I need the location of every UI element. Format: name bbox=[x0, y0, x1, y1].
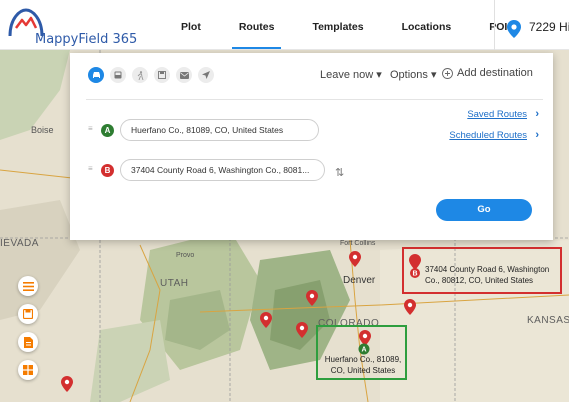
origin-badge: A bbox=[101, 124, 114, 137]
mode-mail-button[interactable] bbox=[176, 67, 192, 83]
caret-down-icon: ▾ bbox=[430, 69, 437, 81]
list-icon bbox=[22, 281, 34, 291]
options-label: Options bbox=[390, 69, 428, 81]
panel-divider bbox=[86, 99, 543, 100]
current-location-text: 7229 Hi bbox=[529, 20, 569, 34]
map-pin-icon[interactable] bbox=[306, 290, 318, 306]
mode-bus-button[interactable] bbox=[110, 67, 126, 83]
map-tools-rail bbox=[0, 262, 48, 402]
main-nav: Plot Routes Templates Locations POI bbox=[162, 0, 526, 50]
map-label-kansas: KANSAS bbox=[527, 315, 569, 326]
tab-routes[interactable]: Routes bbox=[220, 0, 294, 50]
options-dropdown[interactable]: Options ▾ bbox=[390, 68, 437, 81]
origin-field[interactable]: Huerfano Co., 81089, CO, United States bbox=[120, 119, 319, 141]
routes-panel: Leave now ▾ Options ▾ Add destination ≡ … bbox=[70, 53, 553, 240]
app-logo[interactable]: MappyField 365 bbox=[6, 6, 156, 47]
caret-down-icon: ▾ bbox=[376, 69, 382, 81]
destination-field[interactable]: 37404 County Road 6, Washington Co., 808… bbox=[120, 159, 325, 181]
map-pin-icon[interactable] bbox=[349, 251, 361, 267]
map-label-denver: Denver bbox=[343, 275, 376, 286]
add-destination-label: Add destination bbox=[457, 67, 533, 79]
mode-save-button[interactable] bbox=[154, 67, 170, 83]
map-pin-icon[interactable] bbox=[296, 322, 308, 338]
navigate-icon bbox=[202, 71, 210, 79]
top-navigation-bar: MappyField 365 Plot Routes Templates Loc… bbox=[0, 0, 569, 50]
add-destination-button[interactable]: Add destination bbox=[442, 67, 533, 79]
save-button[interactable] bbox=[18, 304, 38, 324]
origin-popup-text: Huerfano Co., 81089, CO, United States bbox=[324, 355, 402, 375]
map-label-nevada: IEVADA bbox=[0, 238, 39, 249]
mail-icon bbox=[179, 71, 189, 79]
document-button[interactable] bbox=[18, 332, 38, 352]
map-label-fort-collins: Fort Collins bbox=[340, 240, 376, 247]
map-label-utah: UTAH bbox=[160, 278, 189, 289]
map-pin-icon[interactable] bbox=[61, 376, 73, 392]
leave-now-dropdown[interactable]: Leave now ▾ bbox=[320, 68, 382, 81]
tab-plot[interactable]: Plot bbox=[162, 0, 220, 50]
destination-popup-text: 37404 County Road 6, Washington Co., 808… bbox=[425, 265, 550, 285]
walk-icon bbox=[137, 70, 143, 80]
travel-mode-selector bbox=[88, 67, 214, 83]
car-icon bbox=[92, 72, 100, 78]
save-icon bbox=[158, 71, 166, 79]
list-button[interactable] bbox=[18, 276, 38, 296]
bus-icon bbox=[114, 71, 122, 78]
map-label-provo: Provo bbox=[176, 252, 195, 259]
mode-navigate-button[interactable] bbox=[198, 67, 214, 83]
tab-locations[interactable]: Locations bbox=[383, 0, 471, 50]
scheduled-routes-link[interactable]: Scheduled Routes bbox=[449, 130, 527, 141]
grid-button[interactable] bbox=[18, 360, 38, 380]
map-pin-icon[interactable] bbox=[260, 312, 272, 328]
drag-handle-icon[interactable]: ≡ bbox=[88, 124, 93, 133]
location-pin-icon bbox=[507, 20, 521, 38]
chevron-right-icon[interactable]: › bbox=[535, 129, 539, 141]
app-title: MappyField 365 bbox=[35, 32, 138, 47]
tab-templates[interactable]: Templates bbox=[293, 0, 382, 50]
grid-icon bbox=[23, 365, 33, 375]
swap-icon[interactable]: ⇅ bbox=[335, 166, 344, 179]
mode-car-button[interactable] bbox=[88, 67, 104, 83]
destination-badge: B bbox=[101, 164, 114, 177]
saved-routes-link[interactable]: Saved Routes bbox=[467, 109, 527, 120]
map-pin-icon[interactable] bbox=[404, 299, 416, 315]
go-button[interactable]: Go bbox=[436, 199, 532, 221]
document-icon bbox=[23, 336, 33, 348]
current-location[interactable]: 7229 Hi bbox=[494, 0, 569, 50]
drag-handle-icon[interactable]: ≡ bbox=[88, 164, 93, 173]
chevron-right-icon[interactable]: › bbox=[535, 108, 539, 120]
plus-circle-icon bbox=[442, 67, 453, 79]
map-label-boise: Boise bbox=[31, 125, 54, 135]
mode-walk-button[interactable] bbox=[132, 67, 148, 83]
save-icon bbox=[23, 309, 33, 319]
leave-now-label: Leave now bbox=[320, 69, 374, 81]
